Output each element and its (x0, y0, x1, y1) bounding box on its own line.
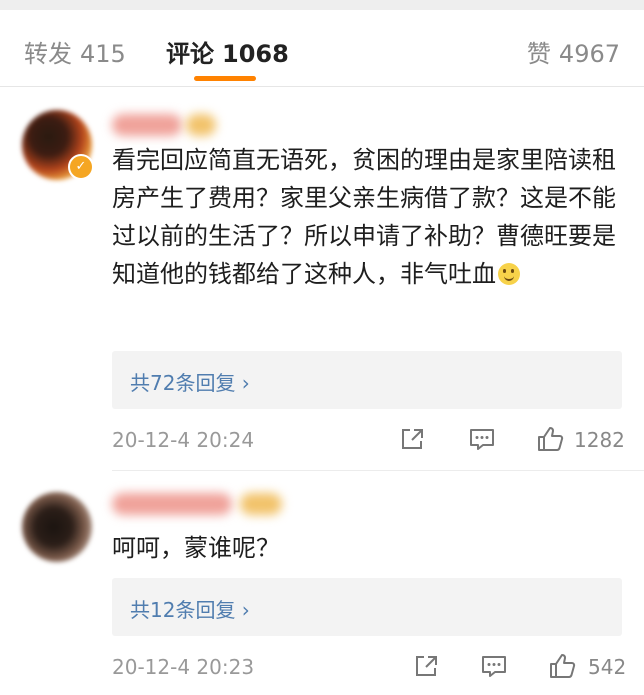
top-strip (0, 0, 644, 10)
comment-text: 呵呵，蒙谁呢？ (112, 529, 624, 567)
view-replies-button[interactable]: 共12条回复 › (112, 578, 622, 636)
user-badge-redacted (240, 493, 282, 515)
thumbs-up-icon[interactable] (548, 652, 576, 680)
smile-emoji-icon (498, 263, 520, 285)
username-redacted[interactable] (112, 493, 232, 515)
tab-likes[interactable]: 赞 4967 (527, 34, 620, 69)
view-replies-button[interactable]: 共72条回复 › (112, 351, 622, 409)
comment-divider (112, 470, 644, 471)
like-count: 542 (588, 655, 627, 679)
verified-badge-icon: ✓ (68, 154, 94, 180)
like-count: 1282 (574, 428, 625, 452)
tab-comments[interactable]: 评论 1068 (166, 34, 289, 69)
comment-time: 20-12-4 20:23 (112, 655, 255, 679)
share-icon[interactable] (412, 652, 440, 680)
comment-text-content: 看完回应简直无语死，贫困的理由是家里陪读租房产生了费用？家里父亲生病借了款？这是… (112, 146, 616, 288)
comment-text-content: 呵呵，蒙谁呢？ (112, 534, 280, 562)
tab-comments-count: 1068 (222, 40, 289, 68)
comment-time: 20-12-4 20:24 (112, 428, 255, 452)
tab-reposts[interactable]: 转发 415 (24, 34, 126, 69)
comment-icon[interactable] (480, 652, 508, 680)
avatar[interactable] (22, 492, 92, 562)
active-tab-indicator (194, 76, 256, 81)
tab-reposts-label: 转发 (24, 40, 72, 68)
replies-label: 共72条回复 › (130, 371, 250, 395)
replies-label: 共12条回复 › (130, 598, 250, 622)
user-badge-redacted (186, 114, 216, 136)
tab-likes-count: 4967 (558, 40, 620, 68)
comment-text: 看完回应简直无语死，贫困的理由是家里陪读租房产生了费用？家里父亲生病借了款？这是… (112, 141, 624, 293)
tab-likes-label: 赞 (526, 40, 551, 68)
comment-icon[interactable] (468, 425, 496, 453)
comment-meta: 20-12-4 20:24 1282 (112, 425, 625, 455)
share-icon[interactable] (398, 425, 426, 453)
thumbs-up-icon[interactable] (536, 425, 564, 453)
tab-divider (0, 86, 644, 87)
tab-comments-label: 评论 (166, 40, 214, 68)
username-redacted[interactable] (112, 114, 182, 136)
tab-reposts-count: 415 (80, 40, 126, 68)
tab-bar: 转发 415 评论 1068 赞 4967 (0, 10, 644, 86)
comment-meta: 20-12-4 20:23 542 (112, 652, 627, 682)
